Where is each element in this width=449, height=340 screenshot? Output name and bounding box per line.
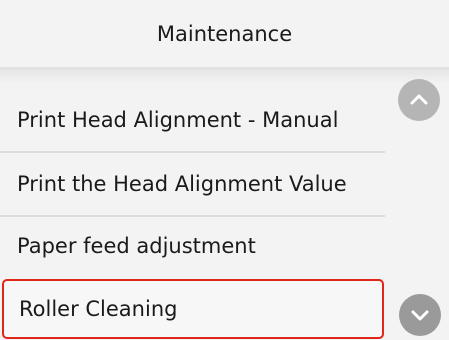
chevron-down-icon [411, 310, 429, 321]
menu-item-roller-cleaning[interactable]: Roller Cleaning [2, 279, 384, 339]
scroll-down-button[interactable] [399, 294, 441, 336]
menu-item-label: Print the Head Alignment Value [17, 172, 347, 196]
menu-item-label: Paper feed adjustment [17, 234, 256, 258]
divider [0, 151, 385, 153]
page-title: Maintenance [0, 0, 449, 70]
chevron-up-icon [410, 94, 428, 105]
menu-item-print-head-alignment-value[interactable]: Print the Head Alignment Value [0, 155, 385, 213]
menu-item-paper-feed-adjustment[interactable]: Paper feed adjustment [0, 217, 385, 275]
header-shadow [0, 70, 449, 84]
page-title-text: Maintenance [156, 21, 293, 46]
menu-item-label: Print Head Alignment - Manual [17, 108, 339, 132]
menu-item-print-head-alignment-manual[interactable]: Print Head Alignment - Manual [0, 91, 385, 149]
menu-item-label: Roller Cleaning [19, 297, 178, 321]
scroll-up-button[interactable] [398, 79, 440, 121]
maintenance-screen: Maintenance Print Head Alignment - Manua… [0, 0, 449, 340]
